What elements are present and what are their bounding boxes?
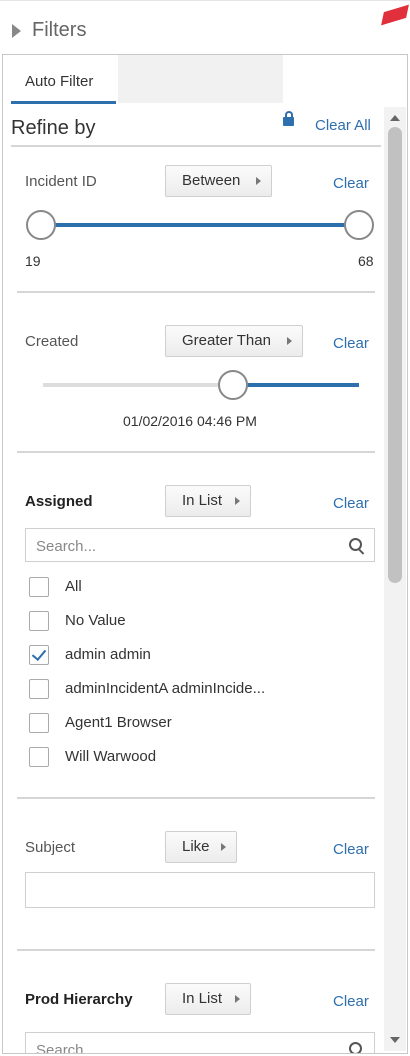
divider bbox=[11, 145, 381, 147]
assigned-search-input[interactable] bbox=[34, 535, 338, 557]
operator-label: Greater Than bbox=[182, 332, 271, 349]
checkbox[interactable] bbox=[29, 679, 49, 699]
checkmark-icon bbox=[31, 645, 47, 662]
tab-label: Auto Filter bbox=[25, 73, 94, 90]
created-operator-button[interactable]: Greater Than bbox=[165, 325, 303, 357]
incident-id-max-handle[interactable] bbox=[344, 210, 374, 240]
assigned-option-no-value[interactable]: No Value bbox=[29, 611, 369, 635]
assigned-option-adminincidenta[interactable]: adminIncidentA adminIncide... bbox=[29, 679, 369, 703]
checkbox-checked[interactable] bbox=[29, 645, 49, 665]
assigned-option-will-warwood[interactable]: Will Warwood bbox=[29, 747, 369, 771]
incident-id-clear-link[interactable]: Clear bbox=[333, 175, 369, 192]
scrollbar-thumb[interactable] bbox=[388, 127, 402, 583]
prod-hierarchy-label: Prod Hierarchy bbox=[25, 991, 133, 1008]
triangle-right-icon bbox=[256, 177, 261, 185]
assigned-option-all[interactable]: All bbox=[29, 577, 369, 601]
option-label: Agent1 Browser bbox=[65, 714, 172, 731]
option-label: adminIncidentA adminIncide... bbox=[65, 680, 266, 697]
assigned-label: Assigned bbox=[25, 493, 93, 510]
divider bbox=[17, 949, 375, 951]
refine-title: Refine by bbox=[11, 117, 96, 139]
triangle-right-icon bbox=[235, 995, 240, 1003]
clear-all-link[interactable]: Clear All bbox=[315, 117, 371, 134]
assigned-option-agent1-browser[interactable]: Agent1 Browser bbox=[29, 713, 369, 737]
incident-id-operator-button[interactable]: Between bbox=[165, 165, 272, 197]
created-slider-track[interactable] bbox=[43, 383, 233, 387]
assigned-option-admin-admin[interactable]: admin admin bbox=[29, 645, 369, 669]
operator-label: In List bbox=[182, 990, 223, 1007]
created-value: 01/02/2016 04:46 PM bbox=[123, 413, 257, 429]
option-label: No Value bbox=[65, 612, 126, 629]
operator-label: Like bbox=[182, 838, 210, 855]
search-icon[interactable] bbox=[349, 538, 362, 551]
subject-clear-link[interactable]: Clear bbox=[333, 841, 369, 858]
filter-panel: Auto Filter Refine by Clear All Incident… bbox=[2, 54, 408, 1054]
operator-label: Between bbox=[182, 172, 241, 189]
checkbox[interactable] bbox=[29, 577, 49, 597]
checkbox[interactable] bbox=[29, 747, 49, 767]
filters-header[interactable]: Filters bbox=[0, 0, 410, 59]
incident-id-slider-fill[interactable] bbox=[41, 223, 361, 227]
divider bbox=[17, 291, 375, 293]
filters-title: Filters bbox=[32, 19, 87, 41]
created-slider-handle[interactable] bbox=[218, 370, 248, 400]
incident-id-label: Incident ID bbox=[25, 173, 97, 190]
operator-label: In List bbox=[182, 492, 223, 509]
assigned-search-box bbox=[25, 528, 375, 562]
lock-icon bbox=[283, 111, 294, 126]
incident-id-min-value: 19 bbox=[25, 253, 41, 269]
assigned-clear-link[interactable]: Clear bbox=[333, 495, 369, 512]
created-clear-link[interactable]: Clear bbox=[333, 335, 369, 352]
created-slider-fill[interactable] bbox=[233, 383, 359, 387]
triangle-right-icon bbox=[287, 337, 292, 345]
subject-label: Subject bbox=[25, 839, 76, 856]
tab-strip-background bbox=[118, 55, 283, 103]
triangle-right-icon bbox=[221, 843, 226, 851]
subject-input[interactable] bbox=[25, 872, 375, 908]
incident-id-min-handle[interactable] bbox=[26, 210, 56, 240]
tab-auto-filter[interactable]: Auto Filter bbox=[11, 73, 116, 104]
checkbox[interactable] bbox=[29, 713, 49, 733]
search-icon[interactable] bbox=[349, 1042, 362, 1053]
caret-right-icon[interactable] bbox=[12, 24, 21, 38]
option-label: admin admin bbox=[65, 646, 151, 663]
triangle-right-icon bbox=[235, 497, 240, 505]
scroll-down-arrow-icon[interactable] bbox=[390, 1037, 400, 1043]
prod-hierarchy-search-input[interactable] bbox=[34, 1039, 338, 1053]
prod-hierarchy-clear-link[interactable]: Clear bbox=[333, 993, 369, 1010]
scroll-up-arrow-icon[interactable] bbox=[390, 115, 400, 121]
prod-hierarchy-search-box bbox=[25, 1032, 375, 1053]
option-label: All bbox=[65, 578, 82, 595]
incident-id-max-value: 68 bbox=[358, 253, 374, 269]
subject-operator-button[interactable]: Like bbox=[165, 831, 237, 863]
tab-strip: Auto Filter bbox=[3, 55, 407, 105]
assigned-operator-button[interactable]: In List bbox=[165, 485, 251, 517]
prod-hierarchy-operator-button[interactable]: In List bbox=[165, 983, 251, 1015]
checkbox[interactable] bbox=[29, 611, 49, 631]
created-label: Created bbox=[25, 333, 79, 350]
divider bbox=[17, 451, 375, 453]
option-label: Will Warwood bbox=[65, 748, 157, 765]
divider bbox=[17, 797, 375, 799]
